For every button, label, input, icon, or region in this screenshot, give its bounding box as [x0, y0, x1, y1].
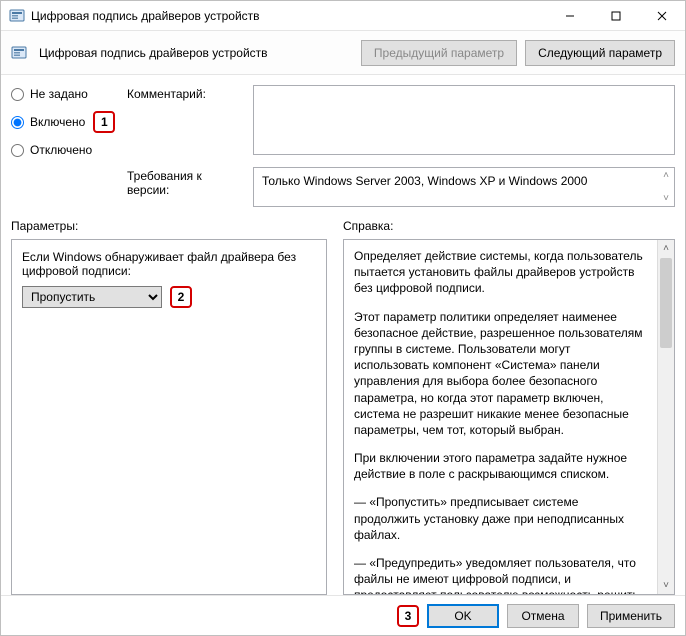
policy-icon [11, 45, 27, 61]
help-panel: Определяет действие системы, когда польз… [343, 239, 675, 595]
scroll-up-icon: ˄ [663, 170, 669, 181]
close-button[interactable] [639, 1, 685, 30]
version-req-label: Требования к версии: [127, 167, 247, 197]
callout-2: 2 [170, 286, 192, 308]
scroll-down-icon: ˅ [663, 193, 669, 204]
parameters-label: Параметры: [11, 219, 327, 233]
version-req-text: Только Windows Server 2003, Windows XP и… [254, 168, 658, 206]
unsigned-driver-action-select[interactable]: Пропустить [22, 286, 162, 308]
help-paragraph: — «Пропустить» предписывает системе прод… [354, 494, 647, 543]
help-paragraph: Определяет действие системы, когда польз… [354, 248, 647, 297]
previous-setting-button[interactable]: Предыдущий параметр [361, 40, 517, 66]
footer: 3 OK Отмена Применить [1, 595, 685, 635]
lower-panels: Если Windows обнаруживает файл драйвера … [11, 239, 675, 595]
radio-disabled-input[interactable] [11, 144, 24, 157]
radio-enabled-input[interactable] [11, 116, 24, 129]
next-setting-button[interactable]: Следующий параметр [525, 40, 675, 66]
upper-grid: Не задано Включено 1 Отключено Комментар… [11, 85, 675, 207]
app-icon [9, 8, 25, 24]
ok-button[interactable]: OK [427, 604, 499, 628]
toolbar-title-text: Цифровая подпись драйверов устройств [39, 46, 268, 60]
help-label: Справка: [343, 219, 393, 233]
scroll-thumb[interactable] [660, 258, 672, 348]
scroll-down-icon[interactable]: ˅ [658, 577, 674, 594]
radio-enabled-label: Включено [30, 115, 85, 129]
radio-not-configured[interactable]: Не задано [11, 87, 121, 101]
help-text: Определяет действие системы, когда польз… [344, 240, 657, 594]
titlebar: Цифровая подпись драйверов устройств [1, 1, 685, 31]
radio-enabled[interactable]: Включено [11, 115, 85, 129]
radio-not-configured-label: Не задано [30, 87, 88, 101]
callout-3: 3 [397, 605, 419, 627]
radio-not-configured-input[interactable] [11, 88, 24, 101]
parameters-prompt: Если Windows обнаруживает файл драйвера … [22, 250, 316, 278]
version-req-box: Только Windows Server 2003, Windows XP и… [253, 167, 675, 207]
window-title: Цифровая подпись драйверов устройств [31, 9, 547, 23]
parameters-panel: Если Windows обнаруживает файл драйвера … [11, 239, 327, 595]
cancel-button[interactable]: Отмена [507, 604, 579, 628]
radio-disabled[interactable]: Отключено [11, 143, 121, 157]
radio-disabled-label: Отключено [30, 143, 92, 157]
version-scrollbar[interactable]: ˄ ˅ [658, 168, 674, 206]
maximize-button[interactable] [593, 1, 639, 30]
help-paragraph: Этот параметр политики определяет наимен… [354, 309, 647, 439]
comment-label: Комментарий: [127, 85, 247, 101]
help-paragraph: При включении этого параметра задайте ну… [354, 450, 647, 482]
state-radio-group: Не задано Включено 1 Отключено [11, 85, 121, 157]
apply-button[interactable]: Применить [587, 604, 675, 628]
scroll-up-icon[interactable]: ˄ [658, 240, 674, 257]
minimize-button[interactable] [547, 1, 593, 30]
toolbar: Цифровая подпись драйверов устройств Пре… [1, 31, 685, 75]
callout-1: 1 [93, 111, 115, 133]
toolbar-title: Цифровая подпись драйверов устройств [11, 45, 353, 61]
content-area: Не задано Включено 1 Отключено Комментар… [1, 75, 685, 595]
help-paragraph: — «Предупредить» уведомляет пользователя… [354, 555, 647, 594]
window-controls [547, 1, 685, 30]
comment-textarea[interactable] [253, 85, 675, 155]
help-scrollbar[interactable]: ˄ ˅ [657, 240, 674, 594]
dialog-window: Цифровая подпись драйверов устройств [0, 0, 686, 636]
section-labels: Параметры: Справка: [11, 219, 675, 233]
